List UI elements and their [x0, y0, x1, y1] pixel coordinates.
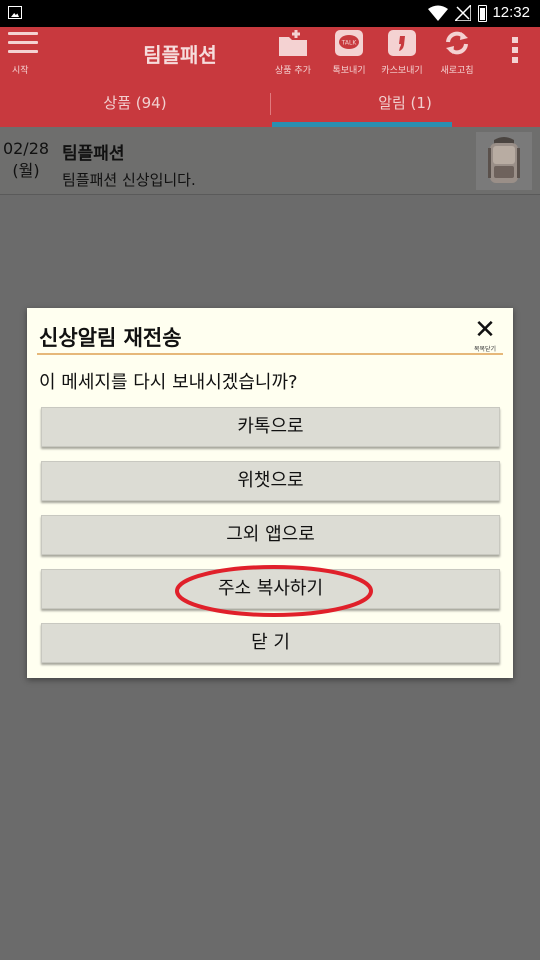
copy-address-button[interactable]: 주소 복사하기 [41, 569, 500, 609]
refresh-icon [446, 31, 468, 55]
menu-button[interactable]: 시작 [6, 29, 40, 76]
close-icon: ✕ [474, 315, 496, 345]
add-product-label: 상품 추가 [275, 66, 311, 76]
wifi-icon [428, 5, 448, 21]
refresh-label: 새로고침 [440, 66, 474, 76]
refresh-button[interactable]: 새로고침 [426, 29, 488, 79]
notification-title: 팀플패션 [62, 144, 125, 164]
dialog-close-button[interactable]: ✕ 복목닫기 [471, 315, 499, 353]
menu-label: 시작 [12, 66, 29, 76]
resend-dialog: 신상알림 재전송 ✕ 복목닫기 이 메세지를 다시 보내시겠습니까? 카톡으로 … [27, 308, 513, 678]
dialog-dismiss-button[interactable]: 닫 기 [41, 623, 500, 663]
weekday-text: (월) [12, 161, 40, 180]
dialog-title: 신상알림 재전송 [39, 326, 182, 350]
product-thumbnail [476, 132, 532, 190]
tab-bar: 상품 (94) 알림 (1) [0, 79, 540, 127]
dialog-divider [37, 353, 503, 355]
dialog-message: 이 메세지를 다시 보내시겠습니까? [39, 372, 298, 393]
share-other-apps-button[interactable]: 그외 앱으로 [41, 515, 500, 555]
app-bar: 시작 팀플패션 상품 추가 TALK 톡보내기 카스보내기 새로고침 [0, 27, 540, 79]
gallery-notification-icon [8, 6, 22, 19]
share-wechat-button[interactable]: 위챗으로 [41, 461, 500, 501]
notification-message: 팀플패션 신상입니다. [62, 171, 196, 189]
date-text: 02/28 [2, 139, 50, 158]
kakaostory-icon [388, 30, 416, 56]
talk-badge-text: TALK [341, 40, 358, 47]
tab-products[interactable]: 상품 (94) [0, 79, 270, 127]
add-product-button[interactable]: 상품 추가 [262, 29, 324, 79]
clock: 12:32 [492, 4, 530, 21]
list-item[interactable]: 02/28 (월) 팀플패션 팀플패션 신상입니다. [0, 127, 540, 195]
folder-add-icon [279, 30, 307, 56]
tab-notifications[interactable]: 알림 (1) [270, 79, 540, 127]
send-kakaostory-label: 카스보내기 [381, 66, 423, 76]
close-label: 복목닫기 [473, 346, 497, 353]
share-kakaotalk-button[interactable]: 카톡으로 [41, 407, 500, 447]
kakaotalk-icon: TALK [335, 30, 363, 56]
battery-icon [478, 5, 487, 22]
overflow-menu-icon[interactable] [512, 37, 520, 67]
hamburger-icon [8, 32, 38, 59]
app-title: 팀플패션 [143, 43, 217, 67]
send-kakaostory-button[interactable]: 카스보내기 [371, 29, 433, 79]
notification-date: 02/28 (월) [0, 138, 52, 182]
no-signal-icon [455, 5, 471, 21]
status-bar: 12:32 [0, 0, 540, 27]
